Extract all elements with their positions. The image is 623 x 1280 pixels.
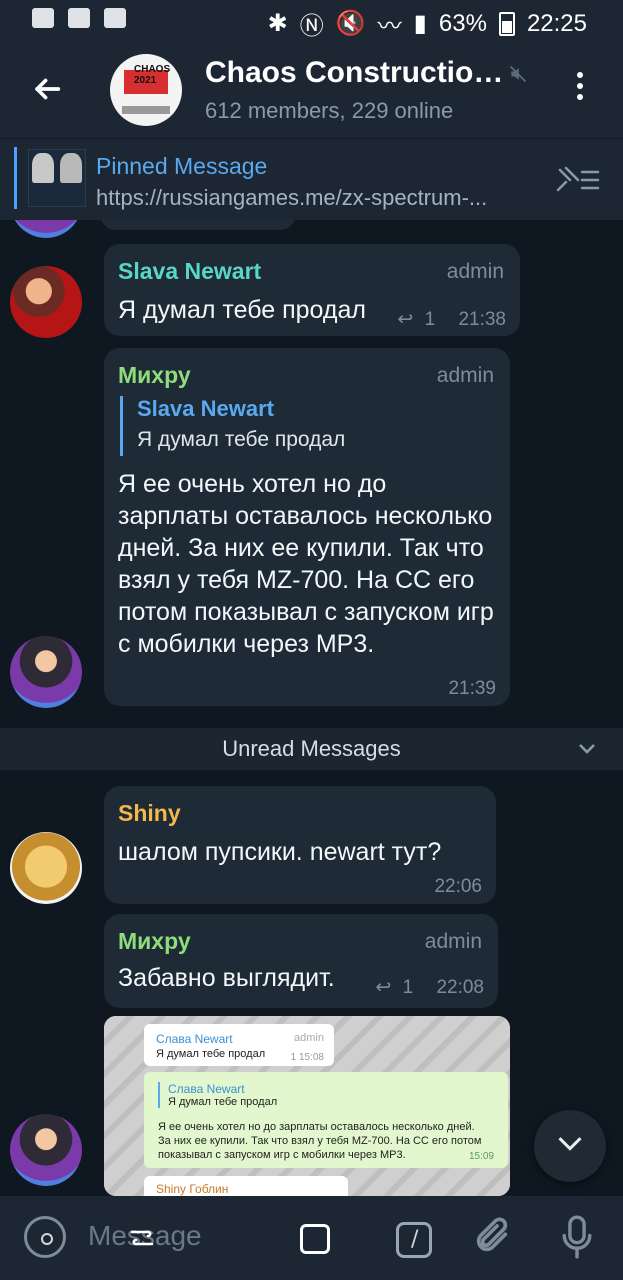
image-card-3: Shiny Гоблин (144, 1176, 348, 1196)
image-quote-author: Слава Newart (168, 1082, 245, 1096)
status-bar: ✱ Ⓝ 🔇 〰 ▮ 63% 22:25 (0, 0, 623, 42)
quote-author: Slava Newart (137, 396, 274, 421)
pinned-title: Pinned Message (96, 153, 268, 179)
microphone-icon[interactable] (560, 1214, 594, 1260)
nfc-icon: Ⓝ (299, 13, 324, 40)
quote-text: Я думал тебе продал (137, 428, 346, 451)
image-body-text: Я ее очень хотел но до зарплаты оставало… (158, 1121, 482, 1161)
pinned-text: https://russiangames.me/zx-spectrum-... (96, 185, 488, 210)
muted-icon (509, 65, 527, 83)
pinned-message-bar[interactable]: Pinned Message https://russiangames.me/z… (0, 138, 623, 221)
more-menu-icon[interactable] (568, 72, 592, 108)
reply-count-icon: ↩ (397, 309, 414, 330)
sender-name[interactable]: Slava Newart (118, 258, 261, 285)
message-text: Я ее очень хотел но до зарплаты оставало… (118, 470, 494, 658)
sender-name[interactable]: Михру (118, 362, 191, 389)
message-time: 22:08 (436, 977, 484, 998)
image-card-author: Слава Newart (156, 1032, 233, 1046)
sender-role: admin (424, 930, 482, 953)
image-card-3-author: Shiny Гоблин (156, 1182, 229, 1196)
message-time: 21:39 (448, 678, 496, 699)
gallery-icon (104, 8, 126, 28)
teams-icon (32, 8, 54, 28)
reply-count-icon: ↩ (375, 977, 392, 998)
message-time: 22:06 (434, 876, 482, 897)
message-input-bar: Message (0, 1196, 623, 1280)
signal-icon: ▮ (413, 10, 427, 37)
chat-members: 612 members, 229 online (205, 98, 454, 123)
reply-count: 1 (402, 977, 414, 998)
avatar-mihru[interactable] (10, 636, 82, 708)
chat-area: Slava Newart admin Я думал тебе продал ↩… (0, 220, 623, 1196)
message-text: Я думал тебе продал (118, 296, 366, 324)
previous-message-bubble[interactable] (100, 220, 296, 230)
gmail-icon (68, 8, 90, 28)
sender-name[interactable]: Shiny (118, 800, 181, 827)
back-arrow-icon[interactable] (30, 72, 64, 106)
message-meta: ↩ 1 21:38 (397, 308, 506, 331)
message-meta: ↩ 1 22:08 (375, 976, 484, 999)
group-avatar[interactable]: CHAOS 2021 (110, 54, 182, 126)
reply-count: 1 (424, 309, 436, 330)
message-time: 21:38 (458, 309, 506, 330)
wifi-icon: 〰 (377, 13, 402, 40)
scroll-down-button[interactable] (534, 1110, 606, 1182)
avatar-mihru-3[interactable] (10, 1114, 82, 1186)
chat-header: CHAOS 2021 Chaos Construction... 612 mem… (0, 42, 623, 138)
chat-title[interactable]: Chaos Construction... (205, 56, 505, 90)
avatar[interactable] (10, 220, 82, 238)
message-mihru[interactable]: Михру admin Slava Newart Я думал тебе пр… (104, 348, 510, 706)
group-avatar-label: CHAOS 2021 (134, 64, 171, 86)
chevron-down-icon[interactable] (575, 736, 599, 760)
image-card-role: admin (294, 1032, 324, 1044)
image-card-text: Я думал тебе продал (156, 1048, 266, 1060)
sender-name[interactable]: Михру (118, 928, 191, 955)
chevron-down-icon (558, 1137, 582, 1151)
message-mihru-2[interactable]: Михру admin Забавно выглядит. ↩ 1 22:08 (104, 914, 498, 1008)
clock: 22:25 (526, 9, 587, 37)
avatar-slava[interactable] (10, 266, 82, 338)
message-slava[interactable]: Slava Newart admin Я думал тебе продал ↩… (104, 244, 520, 336)
message-text: Забавно выглядит. (118, 964, 335, 992)
sender-role: admin (446, 260, 504, 283)
mute-icon: 🔇 (335, 10, 366, 37)
message-shiny[interactable]: Shiny шалом пупсики. newart тут? 22:06 (104, 786, 496, 904)
battery-percent: 63% (438, 9, 487, 37)
attach-icon[interactable] (472, 1216, 512, 1256)
pinned-list-icon[interactable] (554, 164, 602, 194)
image-card-2: Слава Newart Я думал тебе продал Я ее оч… (144, 1072, 508, 1168)
battery-icon (498, 11, 515, 36)
pinned-thumbnail (28, 149, 86, 207)
avatar-shiny[interactable] (10, 832, 82, 904)
image-quote: Слава Newart Я думал тебе продал (158, 1082, 277, 1108)
image-card-meta: 1 15:08 (290, 1052, 324, 1063)
message-text: шалом пупсики. newart тут? (118, 838, 442, 866)
reply-quote[interactable]: Slava Newart Я думал тебе продал (120, 396, 345, 456)
message-input[interactable]: Message (88, 1220, 202, 1252)
sponsor-strip (122, 106, 170, 114)
image-message[interactable]: Слава Newart admin Я думал тебе продал 1… (104, 1016, 510, 1196)
bluetooth-icon: ✱ (267, 10, 288, 37)
sender-role: admin (436, 364, 494, 387)
unread-label: Unread Messages (222, 736, 401, 761)
emoji-icon[interactable] (24, 1216, 66, 1258)
image-card-1: Слава Newart admin Я думал тебе продал 1… (144, 1024, 334, 1066)
image-quote-text: Я думал тебе продал (168, 1096, 278, 1108)
pinned-accent (14, 147, 17, 209)
status-right: ✱ Ⓝ 🔇 〰 ▮ 63% 22:25 (268, 6, 587, 41)
status-left-icons (32, 8, 126, 28)
unread-divider: Unread Messages (0, 728, 623, 770)
image-time: 15:09 (468, 1151, 494, 1162)
